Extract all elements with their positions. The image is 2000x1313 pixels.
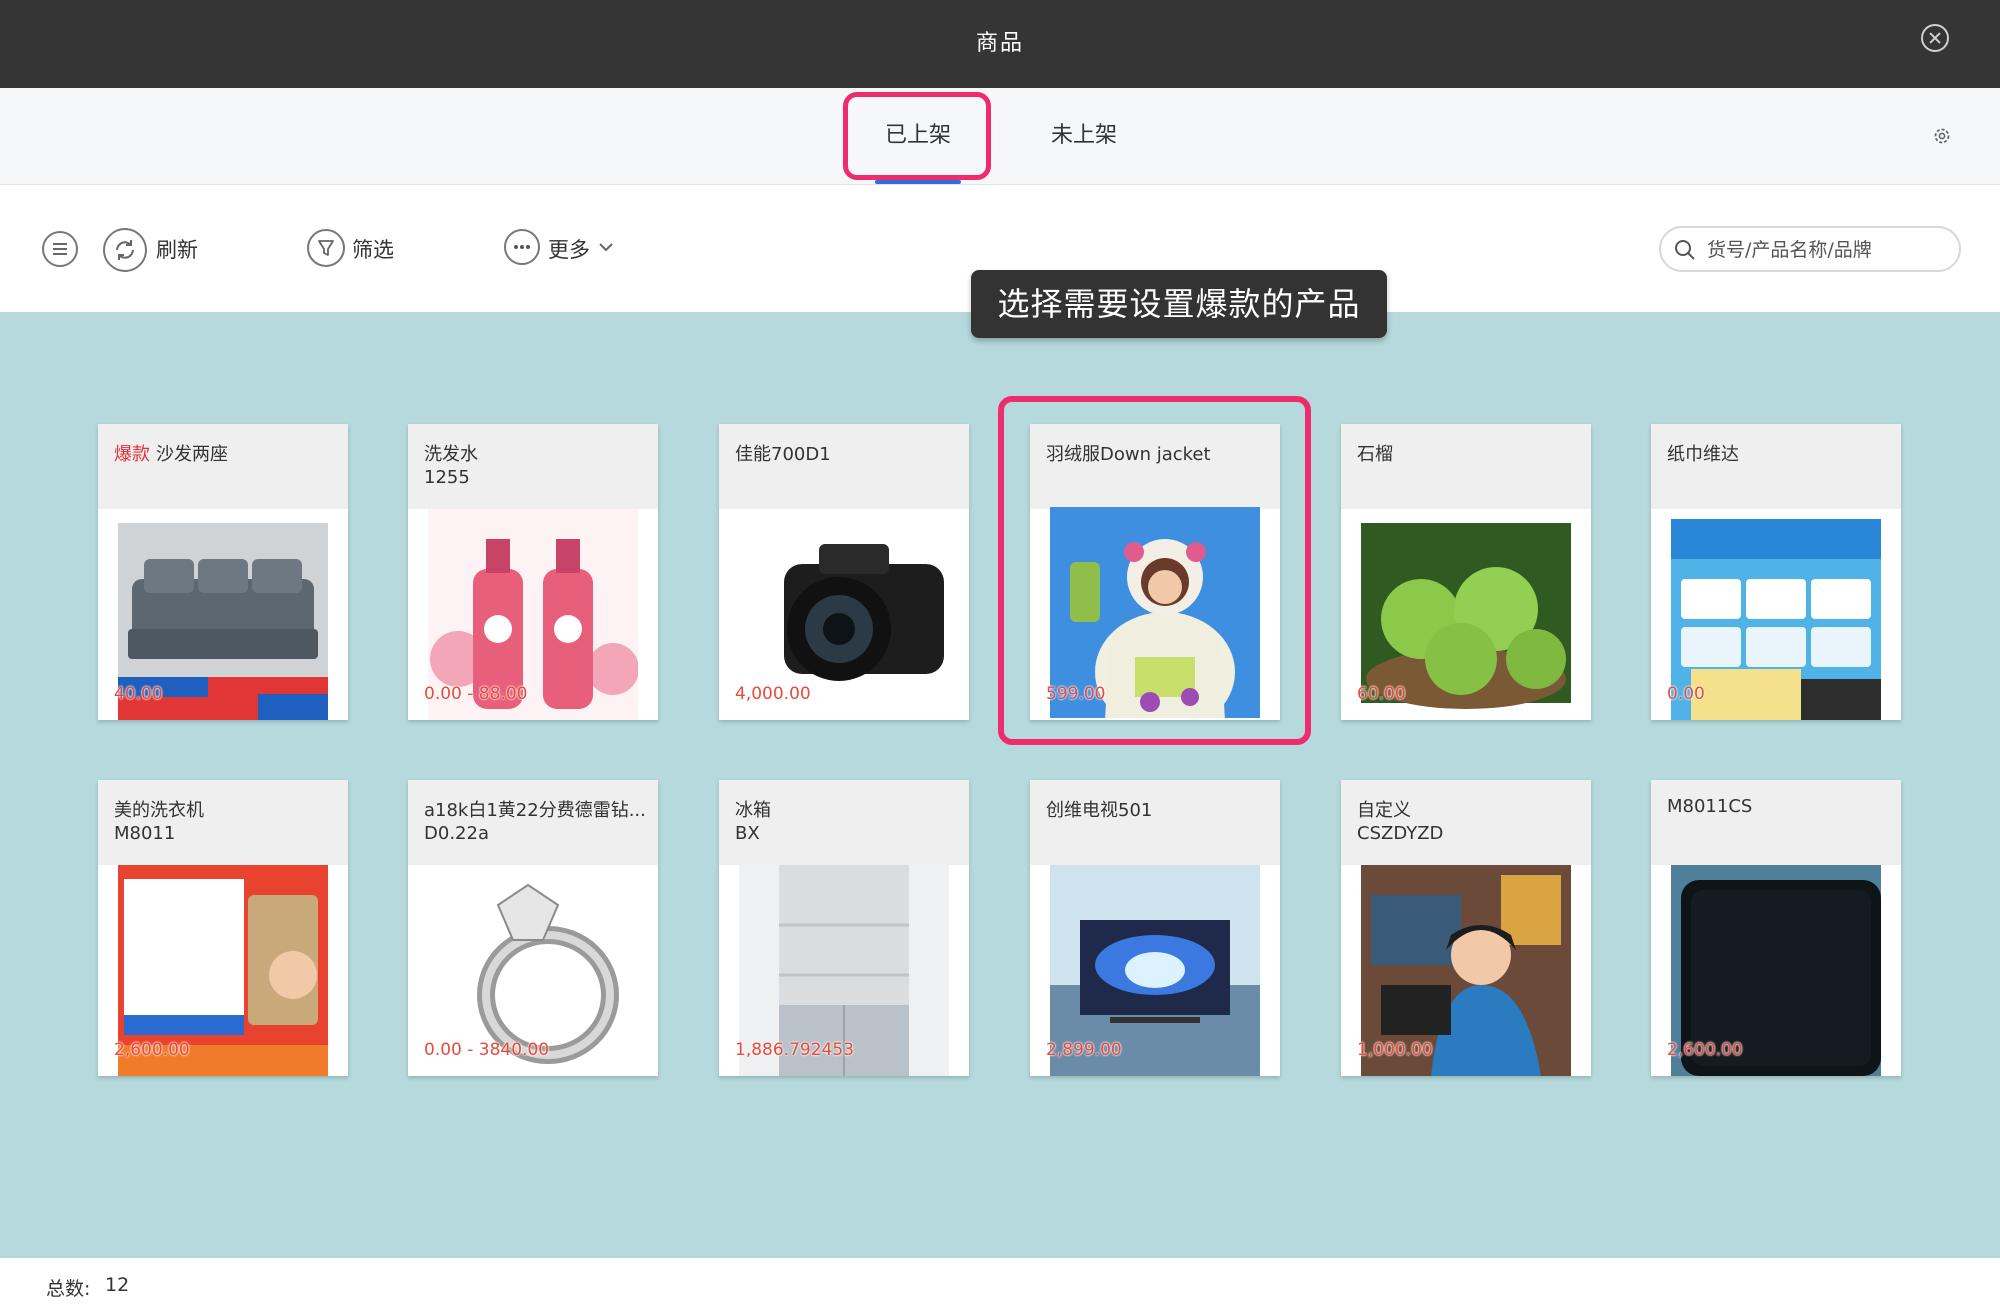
hot-badge: 爆款 [114, 444, 150, 465]
product-name: a18k白1黄22分费德雷钻... [424, 800, 646, 821]
product-name: 冰箱 [735, 800, 771, 821]
product-card[interactable]: 自定义 CSZDYZD 1,000.00 [1341, 780, 1591, 1076]
tab-bar: 已上架 未上架 [0, 88, 2000, 185]
product-card[interactable]: 佳能700D1 4,000.00 [719, 424, 969, 720]
total-value: 12 [105, 1274, 130, 1296]
close-icon[interactable] [1921, 24, 1949, 52]
product-price: 0.00 - 3840.00 [424, 1040, 550, 1060]
product-name: 美的洗衣机 [114, 800, 204, 821]
product-price: 1,886.792453 [735, 1040, 854, 1060]
product-card[interactable]: 石榴 60.00 [1341, 424, 1591, 720]
search-input[interactable] [1705, 234, 1949, 266]
product-name: 自定义 [1357, 800, 1411, 821]
filter-icon[interactable] [307, 229, 345, 267]
product-name: 纸巾维达 [1667, 444, 1739, 465]
product-price: 40.00 [114, 684, 163, 704]
product-card[interactable]: 冰箱 BX 1,886.792453 [719, 780, 969, 1076]
refresh-button[interactable]: 刷新 [156, 234, 198, 264]
selected-card-highlight [998, 396, 1311, 745]
product-card[interactable]: 美的洗衣机 M8011 2,600.00 [98, 780, 348, 1076]
product-code: D0.22a [424, 823, 489, 844]
search-icon [1675, 240, 1695, 260]
filter-button[interactable]: 筛选 [352, 234, 394, 264]
chevron-down-icon[interactable] [598, 241, 614, 253]
tab-unlisted[interactable]: 未上架 [1036, 88, 1132, 184]
product-card[interactable]: 洗发水 1255 0.00 - 88.00 [408, 424, 658, 720]
more-icon[interactable] [504, 229, 540, 265]
product-price: 1,000.00 [1357, 1040, 1433, 1060]
footer: 总数: 12 [0, 1258, 2000, 1313]
product-name: M8011CS [1667, 796, 1753, 817]
product-name: 创维电视501 [1046, 800, 1153, 821]
menu-icon[interactable] [42, 231, 78, 267]
refresh-icon[interactable] [103, 228, 147, 272]
product-code: 1255 [424, 467, 470, 488]
more-button[interactable]: 更多 [548, 234, 590, 264]
product-card[interactable]: a18k白1黄22分费德雷钻... D0.22a 0.00 - 3840.00 [408, 780, 658, 1076]
product-card[interactable]: M8011CS 2,600.00 [1651, 780, 1901, 1076]
product-name: 石榴 [1357, 444, 1393, 465]
product-code: CSZDYZD [1357, 823, 1444, 844]
product-code: M8011 [114, 823, 176, 844]
total-label: 总数: [46, 1278, 91, 1300]
product-card[interactable]: 爆款 沙发两座 40.00 [98, 424, 348, 720]
product-price: 2,899.00 [1046, 1040, 1122, 1060]
instruction-tooltip: 选择需要设置爆款的产品 [971, 270, 1387, 338]
product-price: 2,600.00 [114, 1040, 190, 1060]
product-name: 佳能700D1 [735, 444, 831, 465]
title-bar: 商品 [0, 0, 2000, 88]
product-price: 0.00 [1667, 684, 1705, 704]
product-price: 60.00 [1357, 684, 1406, 704]
product-price: 0.00 - 88.00 [424, 684, 528, 704]
product-price: 2,600.00 [1667, 1040, 1743, 1060]
product-name: 沙发两座 [156, 444, 228, 465]
window-title: 商品 [975, 31, 1024, 56]
product-code: BX [735, 823, 760, 844]
product-name: 洗发水 [424, 444, 478, 465]
search-box[interactable] [1659, 226, 1961, 272]
tab-highlight-box [843, 92, 991, 180]
product-card[interactable]: 创维电视501 2,899.00 [1030, 780, 1280, 1076]
product-card[interactable]: 纸巾维达 0.00 [1651, 424, 1901, 720]
gear-icon[interactable] [1932, 126, 1952, 146]
product-price: 4,000.00 [735, 684, 811, 704]
